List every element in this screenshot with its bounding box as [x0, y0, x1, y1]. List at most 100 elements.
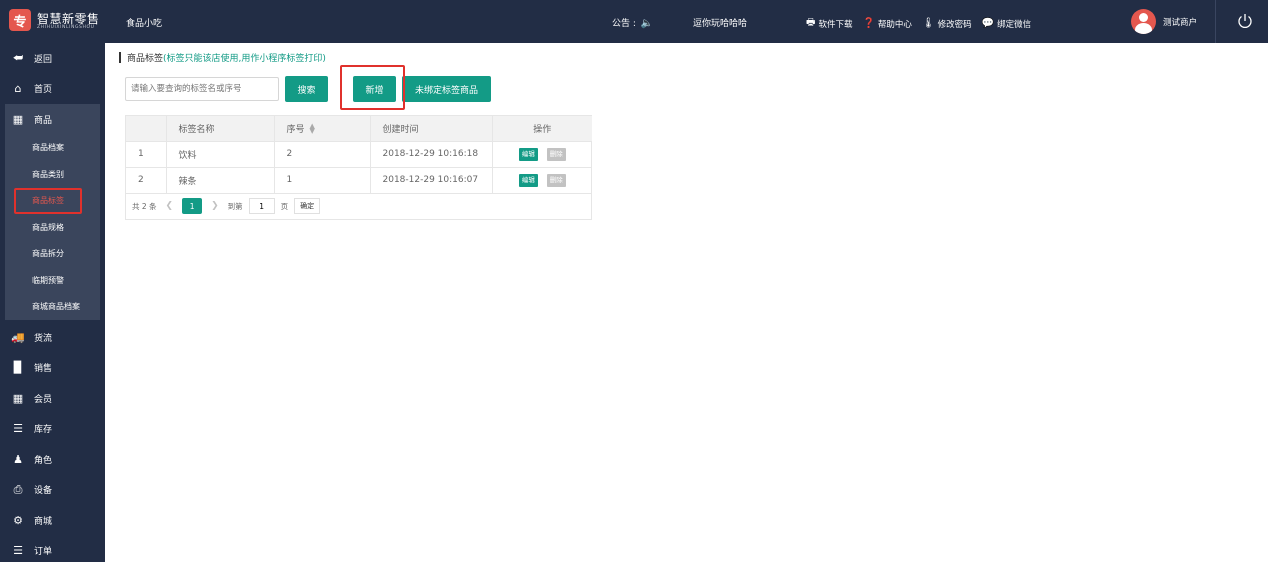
bind-wechat-link[interactable]: 💬 绑定微信 [982, 18, 1031, 30]
sidebar-item-label: 返回 [34, 52, 52, 65]
sidebar-item-home[interactable]: ⌂ 首页 [0, 74, 105, 105]
top-links: 🖶 软件下载 ❓ 帮助中心 🌡 修改密码 💬 绑定微信 [806, 15, 1031, 32]
column-header-name: 标签名称 [166, 116, 274, 141]
page-hint: (标签只能该店使用,用作小程序标签打印) [163, 51, 326, 64]
sidebar-item-label: 订单 [34, 544, 52, 557]
user-icon: ♟ [11, 453, 25, 466]
speaker-icon: 🔈 [641, 18, 653, 29]
sidebar-item-mall[interactable]: ⚙ 商城 [0, 505, 105, 536]
help-center-link[interactable]: ❓ 帮助中心 [862, 18, 911, 30]
submenu-item-product-spec[interactable]: 商品规格 [5, 214, 100, 241]
delete-button[interactable]: 删除 [547, 148, 566, 161]
page-unit-label: 页 [281, 201, 289, 212]
highlight-box-add [340, 65, 405, 110]
edit-button[interactable]: 编辑 [519, 174, 538, 187]
cell-name: 辣条 [166, 167, 274, 193]
header-divider [1215, 0, 1216, 43]
cell-actions: 编辑 删除 [492, 167, 592, 193]
total-count: 共 2 条 [132, 201, 157, 212]
submenu-item-product-category[interactable]: 商品类别 [5, 161, 100, 188]
tags-table: 标签名称 序号▲▼ 创建时间 操作 1 饮料 2 2018-12-29 10:1… [125, 115, 592, 220]
change-password-label: 修改密码 [938, 18, 972, 30]
sidebar-item-label: 销售 [34, 361, 52, 374]
search-input[interactable] [125, 77, 279, 101]
store-name: 食品小吃 [126, 16, 162, 29]
highlight-box-product-tags [14, 188, 82, 214]
change-password-link[interactable]: 🌡 修改密码 [922, 18, 972, 30]
cell-index: 2 [126, 167, 166, 193]
cog-icon: ⚙ [11, 514, 25, 527]
page-title: 商品标签 [127, 51, 163, 64]
bar-chart-icon: ▉ [11, 361, 25, 374]
goto-confirm-button[interactable]: 确定 [294, 198, 320, 214]
cell-actions: 编辑 删除 [492, 141, 592, 167]
main-content: 商品标签 (标签只能该店使用,用作小程序标签打印) 搜索 新增 未绑定标签商品 … [105, 43, 1268, 562]
cell-seq: 2 [274, 141, 370, 167]
sidebar-item-label: 角色 [34, 453, 52, 466]
next-page-icon[interactable]: ❯ [208, 201, 222, 211]
sidebar-item-logistics[interactable]: 🚚 货流 [0, 322, 105, 353]
back-icon: ⮨ [11, 51, 25, 65]
user-menu[interactable]: 测试商户 [1131, 9, 1197, 34]
help-center-label: 帮助中心 [878, 18, 912, 30]
top-bar: 专 智慧新零售 ZHIHUIXINLINGSHOU 食品小吃 公告 : 🔈 逗你… [0, 0, 1268, 43]
sidebar-item-roles[interactable]: ♟ 角色 [0, 444, 105, 475]
cell-created: 2018-12-29 10:16:07 [370, 167, 492, 193]
submenu-item-mall-product-archive[interactable]: 商城商品档案 [5, 294, 100, 321]
sidebar-item-label: 会员 [34, 392, 52, 405]
cell-created: 2018-12-29 10:16:18 [370, 141, 492, 167]
cell-index: 1 [126, 141, 166, 167]
software-download-label: 软件下载 [818, 18, 852, 30]
sort-icon[interactable]: ▲▼ [310, 124, 315, 134]
notice-text[interactable]: 逗你玩哈哈哈 [693, 16, 747, 29]
page-button-current[interactable]: 1 [182, 198, 202, 214]
power-icon[interactable] [1236, 12, 1254, 30]
submenu-item-product-split[interactable]: 商品拆分 [5, 241, 100, 268]
pagination: 共 2 条 ❮ 1 ❯ 到第 页 确定 [126, 194, 591, 219]
submenu-item-expiry-warning[interactable]: 临期预警 [5, 267, 100, 294]
grid-icon: ▦ [11, 113, 25, 126]
avatar [1131, 9, 1156, 34]
sidebar-item-label: 库存 [34, 422, 52, 435]
list-icon: ☰ [11, 544, 25, 557]
sidebar-item-label: 商城 [34, 514, 52, 527]
home-icon: ⌂ [11, 82, 25, 95]
search-button[interactable]: 搜索 [285, 76, 328, 102]
prev-page-icon[interactable]: ❮ [163, 201, 177, 211]
sidebar-item-orders[interactable]: ☰ 订单 [0, 536, 105, 566]
column-header-index [126, 116, 166, 141]
column-header-seq-label: 序号 [287, 125, 305, 135]
sidebar-item-devices[interactable]: ⎙ 设备 [0, 475, 105, 506]
sidebar-item-sales[interactable]: ▉ 销售 [0, 353, 105, 384]
delete-button[interactable]: 删除 [547, 174, 566, 187]
table-header-row: 标签名称 序号 ▲▼ 创建时间 操作 [126, 116, 592, 141]
column-header-created: 创建时间 [370, 116, 492, 141]
member-card-icon: ▦ [11, 392, 25, 405]
password-icon: 🌡 [922, 18, 935, 29]
goto-page-input[interactable] [249, 198, 275, 214]
database-icon: ☰ [11, 422, 25, 435]
printer-icon: ⎙ [11, 483, 25, 497]
logo-subtitle: ZHIHUIXINLINGSHOU [37, 25, 95, 30]
sidebar-item-label: 货流 [34, 331, 52, 344]
sidebar-item-inventory[interactable]: ☰ 库存 [0, 414, 105, 445]
table-row: 2 辣条 1 2018-12-29 10:16:07 编辑 删除 [126, 167, 592, 193]
column-header-seq[interactable]: 序号 ▲▼ [274, 116, 370, 141]
logo-icon: 专 [9, 9, 31, 31]
user-name: 测试商户 [1163, 16, 1197, 28]
unbound-tag-products-button[interactable]: 未绑定标签商品 [402, 76, 491, 102]
truck-icon: 🚚 [11, 331, 25, 344]
sidebar-item-label: 设备 [34, 483, 52, 496]
cell-seq: 1 [274, 167, 370, 193]
column-header-actions: 操作 [492, 116, 592, 141]
sidebar-item-back[interactable]: ⮨ 返回 [0, 43, 105, 74]
software-download-link[interactable]: 🖶 软件下载 [806, 15, 852, 32]
edit-button[interactable]: 编辑 [519, 148, 538, 161]
notice-label: 公告 : [612, 19, 636, 29]
sidebar-item-products[interactable]: ▦ 商品 [5, 104, 100, 135]
title-bar [119, 52, 121, 63]
bind-wechat-label: 绑定微信 [997, 18, 1031, 30]
submenu-item-product-archive[interactable]: 商品档案 [5, 135, 100, 162]
table-row: 1 饮料 2 2018-12-29 10:16:18 编辑 删除 [126, 141, 592, 167]
sidebar-item-members[interactable]: ▦ 会员 [0, 383, 105, 414]
